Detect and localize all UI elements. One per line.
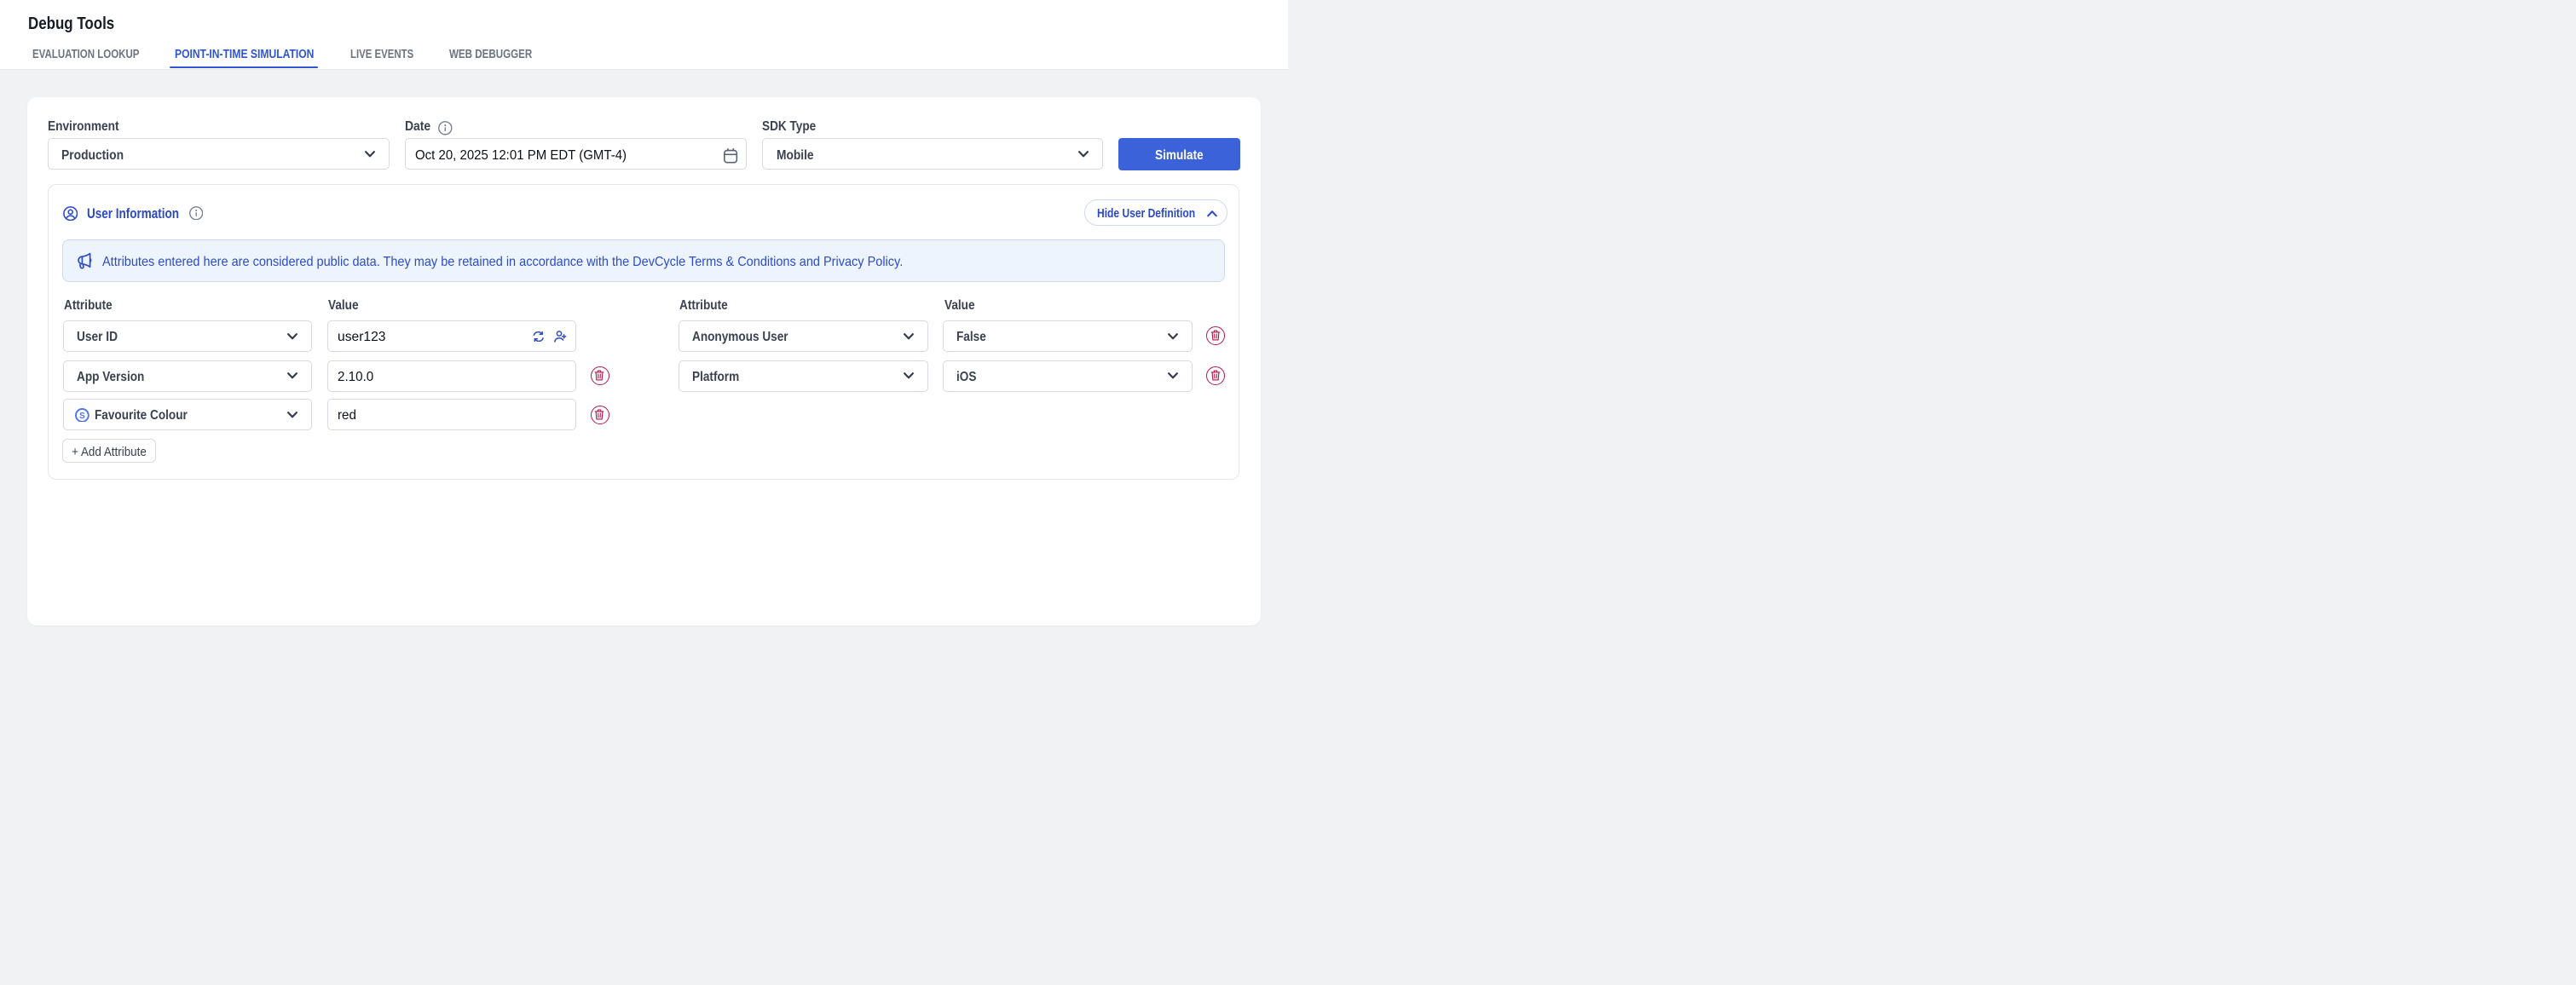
svg-text:S: S [79, 411, 85, 420]
